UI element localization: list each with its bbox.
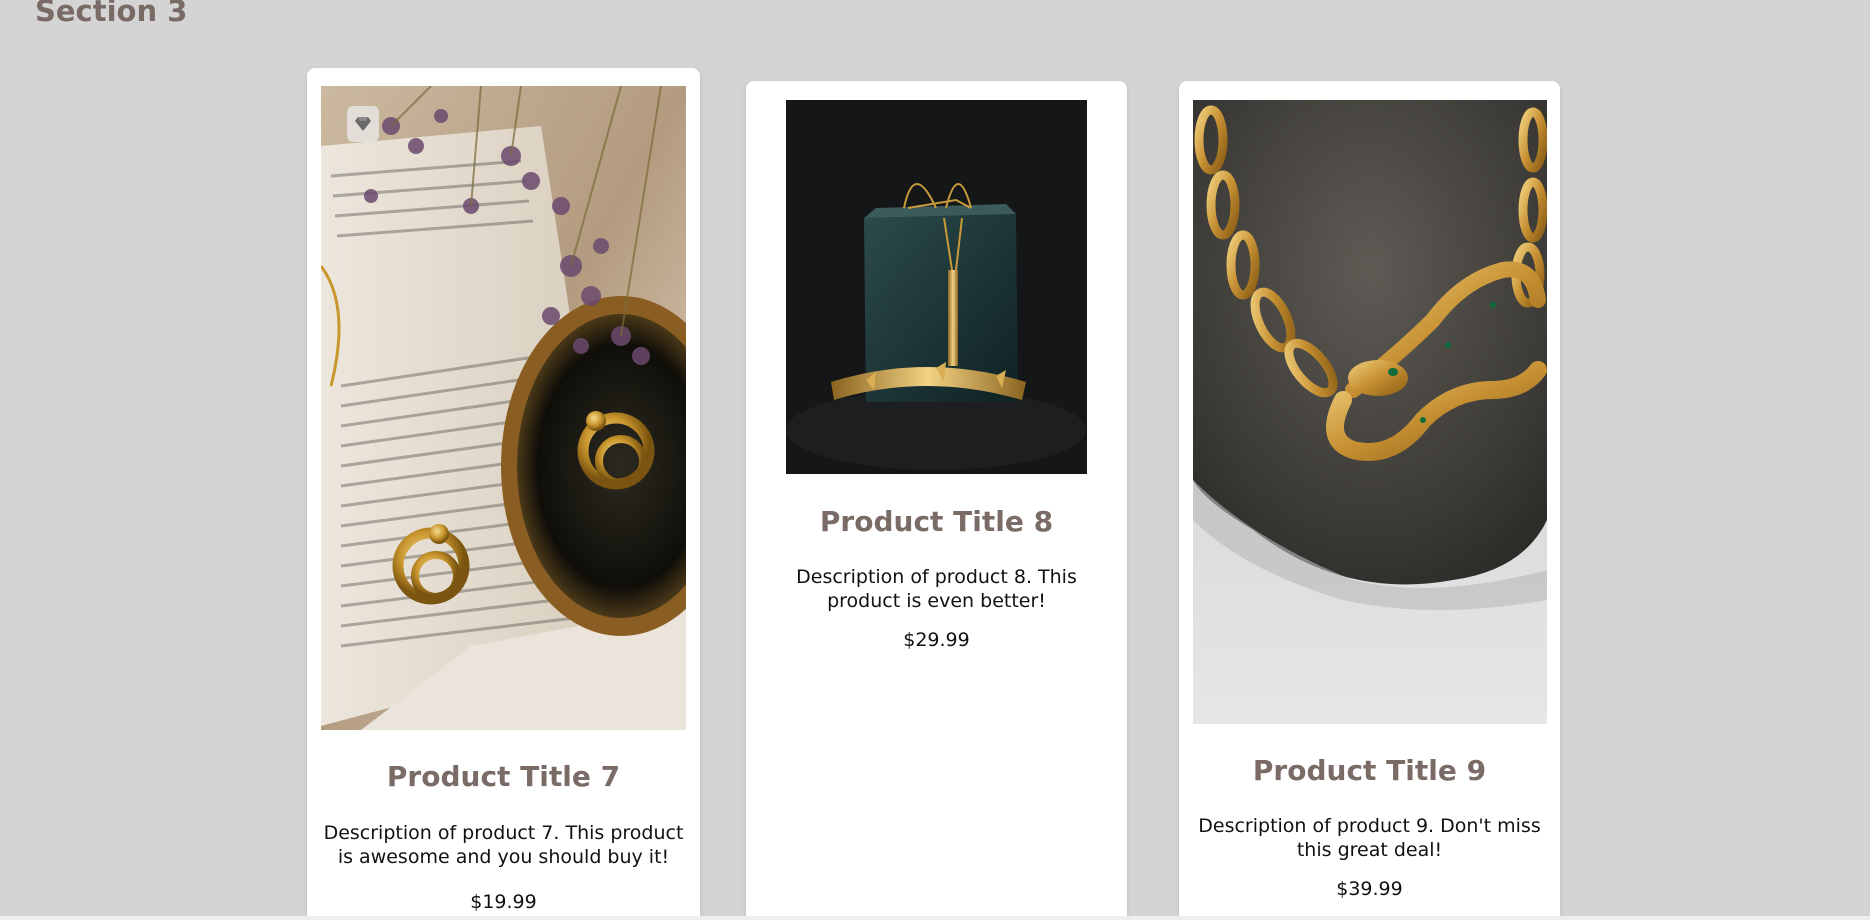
product-title[interactable]: Product Title 8	[746, 505, 1127, 538]
product-card-8[interactable]: Product Title 8 Description of product 8…	[746, 81, 1127, 920]
product-description: Description of product 8. This product i…	[796, 566, 1077, 612]
product-title[interactable]: Product Title 7	[307, 760, 700, 793]
product-price: $39.99	[1336, 878, 1403, 900]
necklace-box-photo-icon	[786, 100, 1087, 474]
product-price: $29.99	[903, 629, 970, 651]
section-title: Section 3	[35, 0, 188, 28]
earrings-photo-icon	[321, 86, 686, 730]
bottom-edge	[0, 916, 1870, 920]
product-card-9[interactable]: Product Title 9 Description of product 9…	[1179, 81, 1560, 920]
product-image-9[interactable]	[1193, 100, 1547, 724]
product-card-7[interactable]: Product Title 7 Description of product 7…	[307, 68, 700, 920]
snake-chain-photo-icon	[1193, 100, 1547, 724]
product-description: Description of product 9. Don't miss thi…	[1198, 815, 1541, 861]
product-description: Description of product 7. This product i…	[323, 822, 684, 868]
product-image-7[interactable]	[321, 86, 686, 730]
product-title[interactable]: Product Title 9	[1179, 754, 1560, 787]
product-price: $19.99	[470, 891, 537, 913]
product-image-8[interactable]	[786, 100, 1087, 474]
diamond-icon[interactable]	[347, 106, 379, 142]
page: Section 3 Product Title 7 Description of…	[0, 0, 1870, 920]
